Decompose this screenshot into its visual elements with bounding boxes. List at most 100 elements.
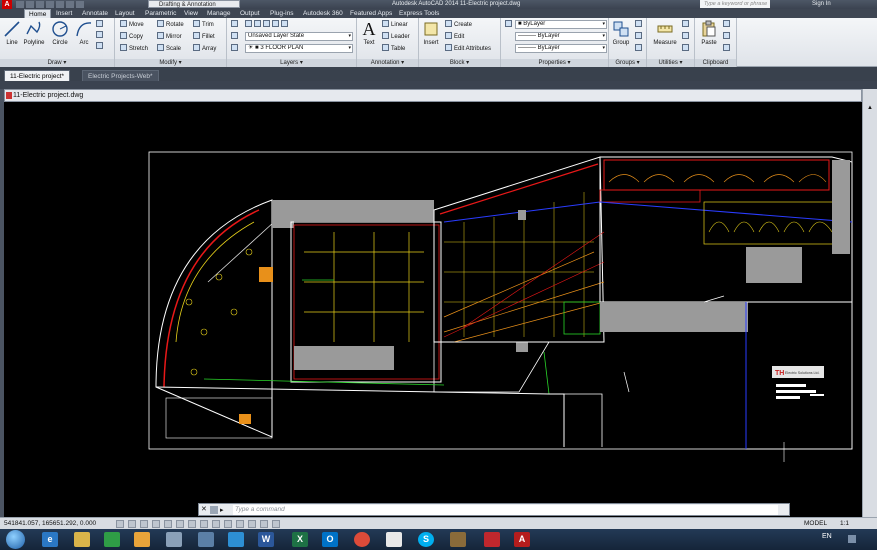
layer-state-dropdown[interactable]: Unsaved Layer State ▾ xyxy=(245,32,353,41)
layer-states-button[interactable] xyxy=(231,32,240,42)
folder-icon[interactable] xyxy=(134,532,150,547)
tab-featured-apps[interactable]: Featured Apps xyxy=(350,9,392,18)
chrome-icon[interactable] xyxy=(354,532,370,547)
tab-express-tools[interactable]: Express Tools xyxy=(399,9,439,18)
autocad-logo-icon[interactable]: A xyxy=(2,0,12,9)
infer-constraints-icon[interactable] xyxy=(116,520,124,528)
save-as-icon[interactable] xyxy=(46,1,54,8)
drawing-canvas[interactable]: TH Electric Solutions Ltd. xyxy=(4,102,862,500)
workspace-selector[interactable]: Drafting & Annotation xyxy=(148,0,240,8)
dynamic-input-icon[interactable] xyxy=(224,520,232,528)
modify-panel-title[interactable]: Modify ▾ xyxy=(115,59,226,67)
snap-mode-icon[interactable] xyxy=(128,520,136,528)
tab-insert[interactable]: Insert xyxy=(56,9,72,18)
edit-attributes-button[interactable]: Edit Attributes xyxy=(445,44,491,54)
model-space-button[interactable]: MODEL xyxy=(804,519,827,529)
hatch-button[interactable] xyxy=(96,31,105,41)
layer-isolate-icon[interactable] xyxy=(254,20,261,27)
group-edit-button[interactable] xyxy=(635,32,644,42)
tab-parametric[interactable]: Parametric xyxy=(145,9,176,18)
outlook-icon[interactable]: O xyxy=(322,532,338,547)
new-file-icon[interactable] xyxy=(16,1,24,8)
insert-button[interactable]: Insert xyxy=(419,20,443,46)
linetype-dropdown[interactable]: ——— ByLayer ▾ xyxy=(515,32,607,41)
group-button[interactable]: Group xyxy=(609,20,633,46)
polar-tracking-icon[interactable] xyxy=(164,520,172,528)
leader-button[interactable]: Leader xyxy=(382,32,410,42)
polyline-button[interactable]: Polyline xyxy=(22,20,46,46)
create-block-button[interactable]: Create xyxy=(445,20,472,30)
rectangle-button[interactable] xyxy=(96,20,105,30)
save-icon[interactable] xyxy=(36,1,44,8)
transparency-icon[interactable] xyxy=(248,520,256,528)
word-icon[interactable]: W xyxy=(258,532,274,547)
winrar-icon[interactable] xyxy=(450,532,466,547)
scroll-up-icon[interactable]: ▲ xyxy=(865,105,875,114)
skype-icon[interactable]: S xyxy=(418,532,434,547)
tab-annotate[interactable]: Annotate xyxy=(82,9,108,18)
doc-tab-electric-projects-web[interactable]: Electric Projects-Web* xyxy=(82,70,159,81)
trim-button[interactable]: Trim xyxy=(193,20,214,30)
tab-output[interactable]: Output xyxy=(240,9,260,18)
start-button[interactable] xyxy=(6,530,25,549)
tab-plug-ins[interactable]: Plug-ins xyxy=(270,9,293,18)
measure-button[interactable]: Measure xyxy=(650,20,680,46)
autocad-taskbar-icon[interactable]: A xyxy=(514,532,530,547)
open-file-icon[interactable] xyxy=(26,1,34,8)
quick-select-button[interactable] xyxy=(682,20,691,30)
layer-dropdown[interactable]: ☀ ■ 3 FLOOR PLAN ▾ xyxy=(245,44,353,53)
linear-dim-button[interactable]: Linear xyxy=(382,20,408,30)
annotation-panel-title[interactable]: Annotation ▾ xyxy=(357,59,418,67)
tab-home[interactable]: Home xyxy=(24,9,52,18)
acrobat-icon[interactable] xyxy=(484,532,500,547)
file-explorer-icon[interactable] xyxy=(74,532,90,547)
array-button[interactable]: Array xyxy=(193,44,216,54)
excel-icon[interactable]: X xyxy=(292,532,308,547)
color-dropdown[interactable]: ■ ByLayer ▾ xyxy=(515,20,607,29)
undo-icon[interactable] xyxy=(66,1,74,8)
clipboard-panel-title[interactable]: Clipboard xyxy=(695,59,736,67)
selection-cycling-icon[interactable] xyxy=(272,520,280,528)
object-snap-tracking-icon[interactable] xyxy=(200,520,208,528)
lineweight-toggle-icon[interactable] xyxy=(236,520,244,528)
stretch-button[interactable]: Stretch xyxy=(120,44,148,54)
sign-in-button[interactable]: Sign In xyxy=(812,0,831,8)
layers-panel-title[interactable]: Layers ▾ xyxy=(227,59,356,67)
dynamic-ucs-icon[interactable] xyxy=(212,520,220,528)
layer-tools-button[interactable] xyxy=(231,44,240,54)
layer-off-icon[interactable] xyxy=(245,20,252,27)
ie-icon[interactable]: e xyxy=(42,532,58,547)
fillet-button[interactable]: Fillet xyxy=(193,32,215,42)
system-tray-icon[interactable] xyxy=(848,535,856,543)
redo-icon[interactable] xyxy=(76,1,84,8)
text-button[interactable]: A Text xyxy=(357,20,381,46)
tab-layout[interactable]: Layout xyxy=(115,9,135,18)
arc-button[interactable]: Arc xyxy=(72,20,96,46)
command-input[interactable]: Type a command xyxy=(233,505,778,515)
annotation-scale[interactable]: 1:1 xyxy=(840,519,849,529)
ortho-mode-icon[interactable] xyxy=(152,520,160,528)
circle-button[interactable]: Circle xyxy=(48,20,72,46)
notepad-icon[interactable] xyxy=(166,532,182,547)
tab-view[interactable]: View xyxy=(184,9,198,18)
mirror-button[interactable]: Mirror xyxy=(157,32,182,42)
line-button[interactable]: Line xyxy=(0,20,24,46)
ellipse-button[interactable] xyxy=(96,42,105,52)
ungroup-button[interactable] xyxy=(635,20,644,30)
id-point-button[interactable] xyxy=(682,44,691,54)
vertical-scrollbar[interactable]: ▲ xyxy=(862,89,877,517)
tab-autodesk-360[interactable]: Autodesk 360 xyxy=(303,9,343,18)
doc-tab-electric-project[interactable]: 11-Electric project* xyxy=(4,70,71,81)
table-button[interactable]: Table xyxy=(382,44,405,54)
utilities-panel-title[interactable]: Utilities ▾ xyxy=(647,59,694,67)
quick-properties-icon[interactable] xyxy=(260,520,268,528)
copy-button[interactable]: Copy xyxy=(120,32,143,42)
groups-panel-title[interactable]: Groups ▾ xyxy=(609,59,646,67)
media-icon[interactable] xyxy=(104,532,120,547)
grid-display-icon[interactable] xyxy=(140,520,148,528)
3d-object-snap-icon[interactable] xyxy=(188,520,196,528)
tool-icon[interactable] xyxy=(198,532,214,547)
command-customize-icon[interactable] xyxy=(210,506,218,514)
copy-clip-button[interactable] xyxy=(723,32,732,42)
lineweight-dropdown[interactable]: ——— ByLayer ▾ xyxy=(515,44,607,53)
